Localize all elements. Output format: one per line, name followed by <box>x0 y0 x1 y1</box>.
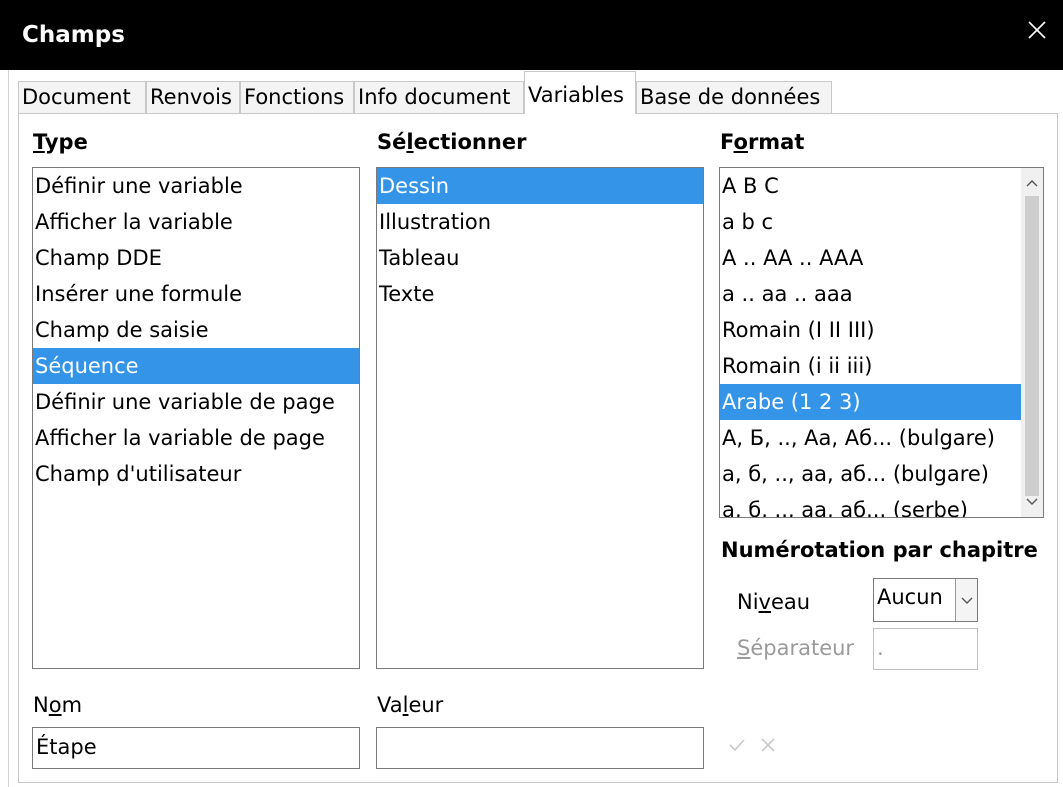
check-icon[interactable] <box>728 737 746 753</box>
list-item[interactable]: Définir une variable de page <box>33 384 359 420</box>
list-item[interactable]: Romain (I II III) <box>720 312 1021 348</box>
select-header: Sélectionner <box>377 130 527 154</box>
list-item[interactable]: Afficher la variable <box>33 204 359 240</box>
type-list[interactable]: Définir une variable Afficher la variable… <box>32 167 360 669</box>
list-item[interactable]: а, б, .., аа, аб... (bulgare) <box>720 456 1021 492</box>
value-label: Valeur <box>377 693 444 717</box>
list-item[interactable]: Texte <box>377 276 703 312</box>
tab-variables[interactable]: Variables <box>524 71 636 114</box>
tab-document[interactable]: Document <box>18 81 146 113</box>
list-item[interactable]: Champ d'utilisateur <box>33 456 359 492</box>
level-value: Aucun <box>877 585 943 609</box>
type-header: Type <box>33 130 88 154</box>
list-item[interactable]: Séquence <box>33 348 359 384</box>
list-item[interactable]: а, б, .., аа, аб... (serbe) <box>720 492 1021 517</box>
select-list[interactable]: Dessin Illustration Tableau Texte <box>376 167 704 669</box>
format-list-items: A B Ca b cA .. AA .. AAA a .. aa .. aaa Ro… <box>720 168 1021 517</box>
list-item[interactable]: A .. AA .. AAA <box>720 240 1021 276</box>
list-item[interactable]: Illustration <box>377 204 703 240</box>
list-item[interactable]: Définir une variable <box>33 168 359 204</box>
name-label: Nom <box>33 693 83 717</box>
list-item[interactable]: Insérer une formule <box>33 276 359 312</box>
format-header: Format <box>720 130 805 154</box>
chevron-down-icon[interactable] <box>1024 493 1040 509</box>
window-title: Champs <box>22 22 125 48</box>
tab-info-document[interactable]: Info document <box>354 81 524 113</box>
close-icon[interactable] <box>1025 18 1049 42</box>
tab-base-de-donnees[interactable]: Base de données <box>636 81 832 113</box>
list-item[interactable]: Afficher la variable de page <box>33 420 359 456</box>
separator-input[interactable]: . <box>873 628 978 670</box>
separator-label: Séparateur <box>737 636 855 660</box>
cancel-icon[interactable] <box>760 737 776 753</box>
list-item[interactable]: A B C <box>720 168 1021 204</box>
list-item[interactable]: Arabe (1 2 3) <box>720 384 1021 420</box>
format-list[interactable]: A B Ca b cA .. AA .. AAA a .. aa .. aaa Ro… <box>719 167 1044 518</box>
chevron-up-icon[interactable] <box>1024 176 1040 192</box>
level-label: Niveau <box>737 590 811 614</box>
list-item[interactable]: Tableau <box>377 240 703 276</box>
tab-fonctions[interactable]: Fonctions <box>240 81 354 113</box>
list-item[interactable]: Dessin <box>377 168 703 204</box>
list-item[interactable]: a b c <box>720 204 1021 240</box>
list-item[interactable]: a .. aa .. aaa <box>720 276 1021 312</box>
level-combo[interactable]: Aucun <box>873 578 978 622</box>
name-input[interactable]: Étape <box>32 727 360 769</box>
chapter-numbering-header: Numérotation par chapitre <box>721 538 1038 562</box>
chevron-down-icon <box>961 597 973 604</box>
list-item[interactable]: Romain (i ii iii) <box>720 348 1021 384</box>
level-dropdown-button[interactable] <box>955 579 977 621</box>
format-scrollbar[interactable] <box>1021 168 1043 517</box>
list-item[interactable]: Champ DDE <box>33 240 359 276</box>
scrollbar-thumb[interactable] <box>1025 196 1039 496</box>
list-item[interactable]: Champ de saisie <box>33 312 359 348</box>
value-input[interactable] <box>376 727 704 769</box>
tab-renvois[interactable]: Renvois <box>146 81 240 113</box>
list-item[interactable]: А, Б, .., Аа, Аб... (bulgare) <box>720 420 1021 456</box>
title-bar: Champs <box>0 0 1063 70</box>
